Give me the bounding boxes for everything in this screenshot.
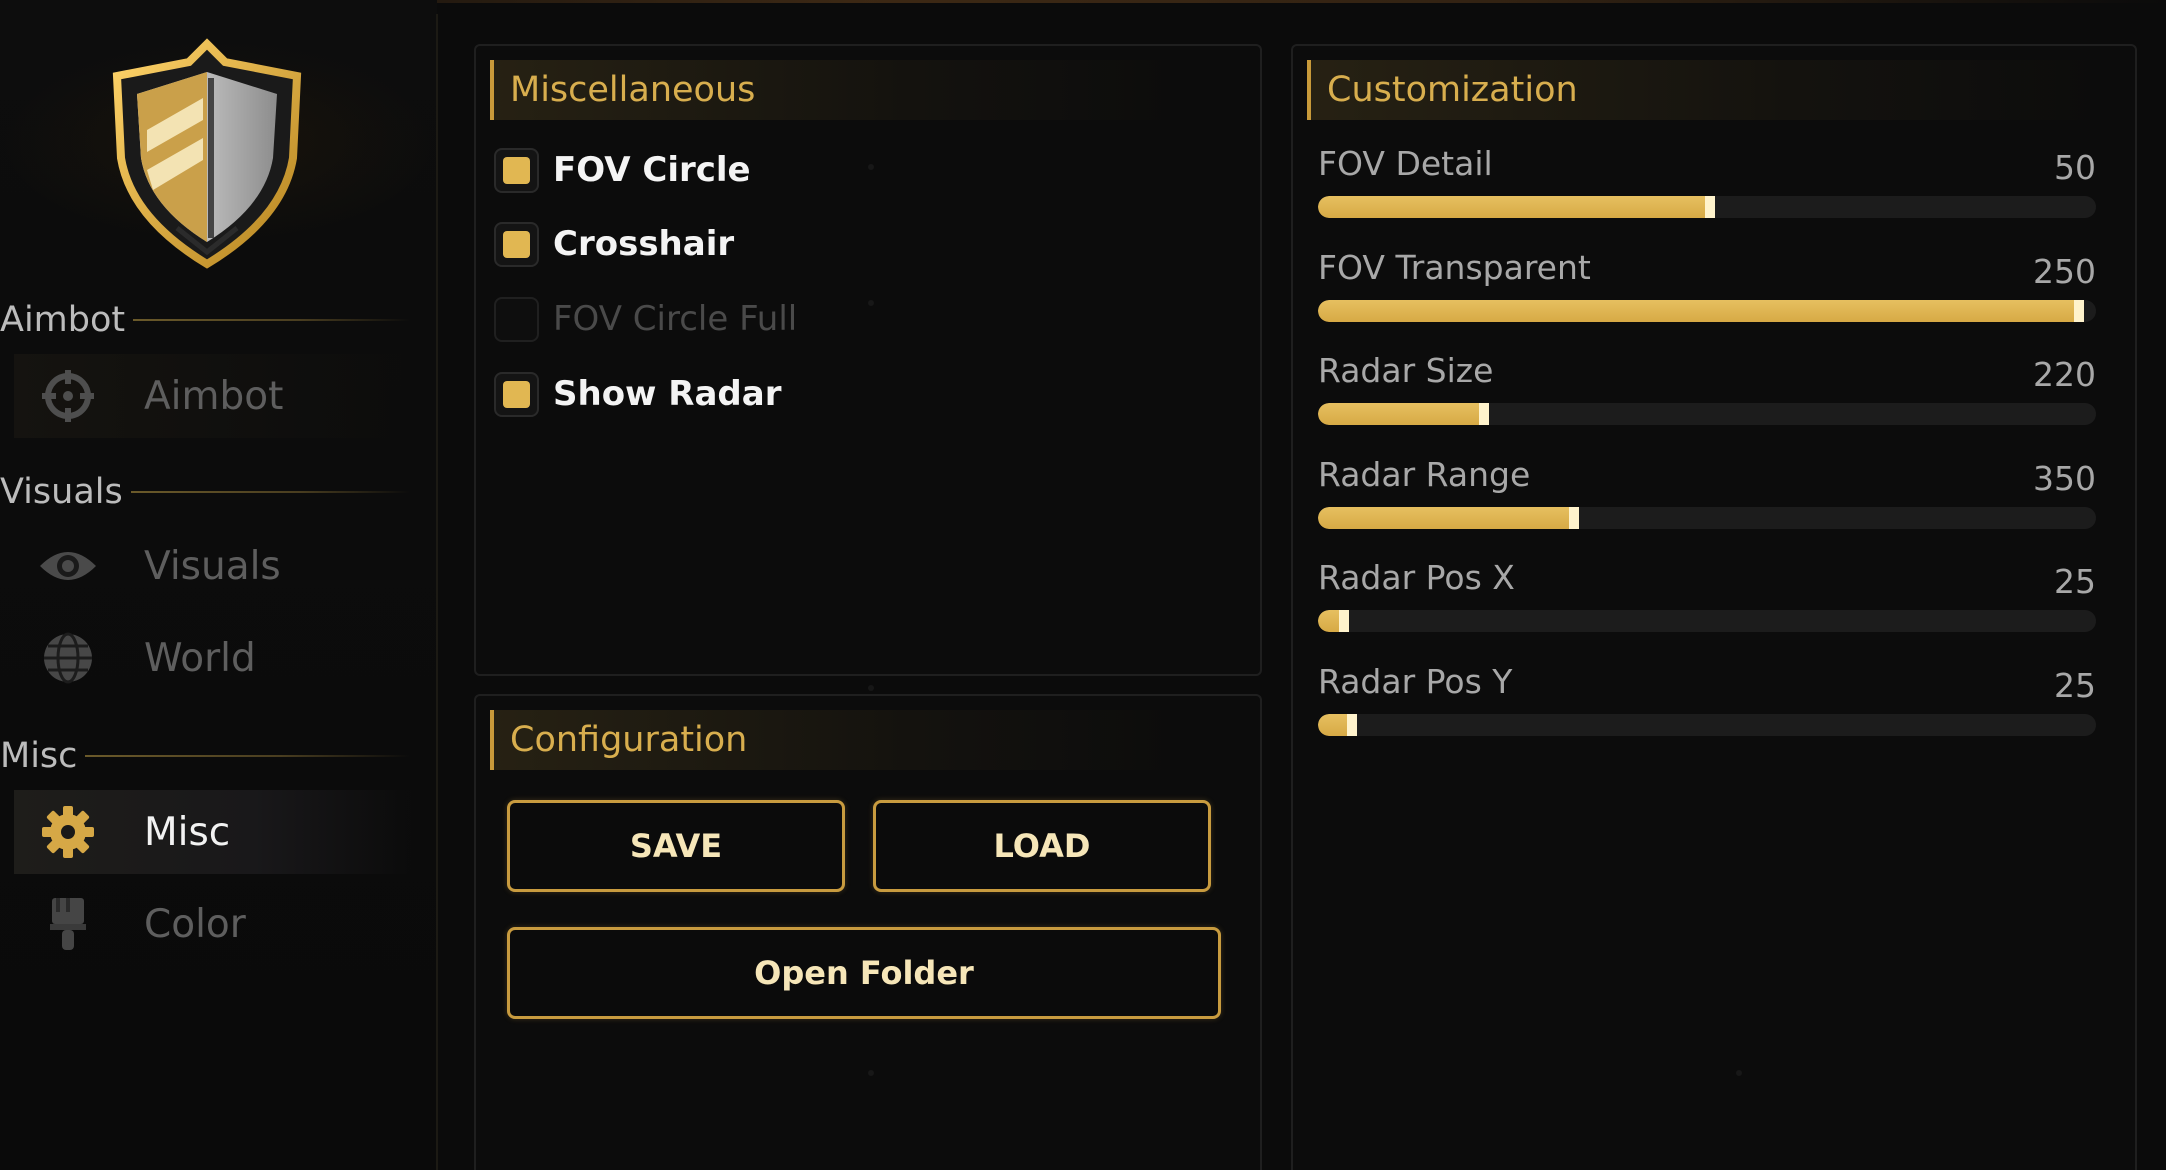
checkbox-box[interactable] xyxy=(494,147,539,193)
panel-title-customization: Customization xyxy=(1307,60,2107,120)
sidebar-border xyxy=(436,14,438,1170)
checkbox-label: FOV Circle Full xyxy=(553,299,798,339)
slider-fill xyxy=(1318,713,1357,736)
slider-value: 220 xyxy=(2033,355,2096,394)
checkbox-label: Crosshair xyxy=(553,224,735,264)
slider-handle[interactable] xyxy=(1346,713,1357,736)
section-label-visuals: Visuals xyxy=(0,472,123,512)
gear-icon xyxy=(38,802,98,862)
sidebar-item-label: Aimbot xyxy=(144,373,284,419)
brush-icon xyxy=(38,894,98,954)
shield-logo-icon xyxy=(112,38,302,269)
sidebar-item-color[interactable]: Color xyxy=(14,882,414,966)
checkbox-box[interactable] xyxy=(494,296,539,342)
crosshair-checkbox[interactable]: Crosshair xyxy=(494,219,734,269)
panel-title-miscellaneous: Miscellaneous xyxy=(490,60,1180,120)
checkbox-check xyxy=(503,380,530,408)
sidebar-item-misc[interactable]: Misc xyxy=(14,790,414,874)
slider-fill xyxy=(1318,196,1715,218)
load-button[interactable]: LOAD xyxy=(873,800,1211,892)
slider-label: Radar Pos X xyxy=(1318,558,1515,597)
section-label-aimbot: Aimbot xyxy=(0,300,126,340)
section-divider xyxy=(130,491,410,493)
section-divider xyxy=(85,755,410,757)
slider-track[interactable] xyxy=(1318,403,2096,425)
slider-value: 25 xyxy=(2054,665,2096,705)
slider-handle[interactable] xyxy=(2074,299,2085,322)
sidebar-item-visuals[interactable]: Visuals xyxy=(14,524,414,608)
fov-circle-full-checkbox[interactable]: FOV Circle Full xyxy=(494,294,797,344)
slider-label: Radar Range xyxy=(1318,454,1531,494)
slider-label: Radar Pos Y xyxy=(1318,661,1513,701)
section-header-visuals: Visuals xyxy=(0,472,410,512)
slider-value: 250 xyxy=(2033,251,2096,291)
slider-fill xyxy=(1318,299,2085,322)
eye-icon xyxy=(38,536,98,596)
section-label-misc: Misc xyxy=(0,736,78,776)
slider-label: Radar Size xyxy=(1318,351,1494,390)
slider-track[interactable] xyxy=(1318,196,2096,218)
checkbox-check xyxy=(503,156,530,184)
background-speck xyxy=(868,300,874,306)
miscellaneous-panel: Miscellaneous xyxy=(474,44,1262,676)
fov-circle-checkbox[interactable]: FOV Circle xyxy=(494,145,751,195)
slider-handle[interactable] xyxy=(1479,403,1490,425)
checkbox-box[interactable] xyxy=(494,221,539,267)
slider-fill xyxy=(1318,506,1579,529)
globe-icon xyxy=(38,628,98,688)
slider-value: 25 xyxy=(2054,562,2096,601)
slider-track[interactable] xyxy=(1318,506,2096,529)
open-folder-button[interactable]: Open Folder xyxy=(507,927,1221,1019)
background-speck xyxy=(868,164,874,170)
slider-track[interactable] xyxy=(1318,299,2096,322)
slider-label: FOV Detail xyxy=(1318,144,1493,183)
sidebar-item-world[interactable]: World xyxy=(14,616,414,700)
section-header-misc: Misc xyxy=(0,736,410,776)
slider-handle[interactable] xyxy=(1339,610,1350,632)
show-radar-checkbox[interactable]: Show Radar xyxy=(494,369,781,419)
app-window: Aimbot Aimbot Visuals Visuals World Misc… xyxy=(0,0,2166,1170)
sidebar-item-aimbot[interactable]: Aimbot xyxy=(14,354,414,438)
checkbox-label: Show Radar xyxy=(553,374,782,414)
slider-track[interactable] xyxy=(1318,610,2096,632)
slider-value: 50 xyxy=(2054,148,2096,187)
slider-label: FOV Transparent xyxy=(1318,247,1591,287)
panel-title-configuration: Configuration xyxy=(490,710,1180,770)
section-header-aimbot: Aimbot xyxy=(0,300,410,340)
slider-value: 350 xyxy=(2033,458,2096,498)
checkbox-check xyxy=(503,230,530,258)
checkbox-label: FOV Circle xyxy=(553,150,751,190)
sidebar-item-label: Misc xyxy=(144,809,231,855)
slider-handle[interactable] xyxy=(1568,506,1579,529)
sidebar: Aimbot Aimbot Visuals Visuals World Misc… xyxy=(0,0,437,1170)
sidebar-item-label: World xyxy=(144,635,256,681)
background-speck xyxy=(1736,1070,1742,1076)
save-button[interactable]: SAVE xyxy=(507,800,845,892)
background-speck xyxy=(868,685,874,691)
slider-handle[interactable] xyxy=(1704,196,1715,218)
sidebar-item-label: Color xyxy=(144,901,246,947)
checkbox-box[interactable] xyxy=(494,371,539,417)
slider-fill xyxy=(1318,610,1350,632)
background-speck xyxy=(868,1070,874,1076)
sidebar-item-label: Visuals xyxy=(144,543,281,589)
slider-track[interactable] xyxy=(1318,713,2096,736)
slider-fill xyxy=(1318,403,1490,425)
crosshair-icon xyxy=(38,366,98,426)
section-divider xyxy=(133,319,410,321)
